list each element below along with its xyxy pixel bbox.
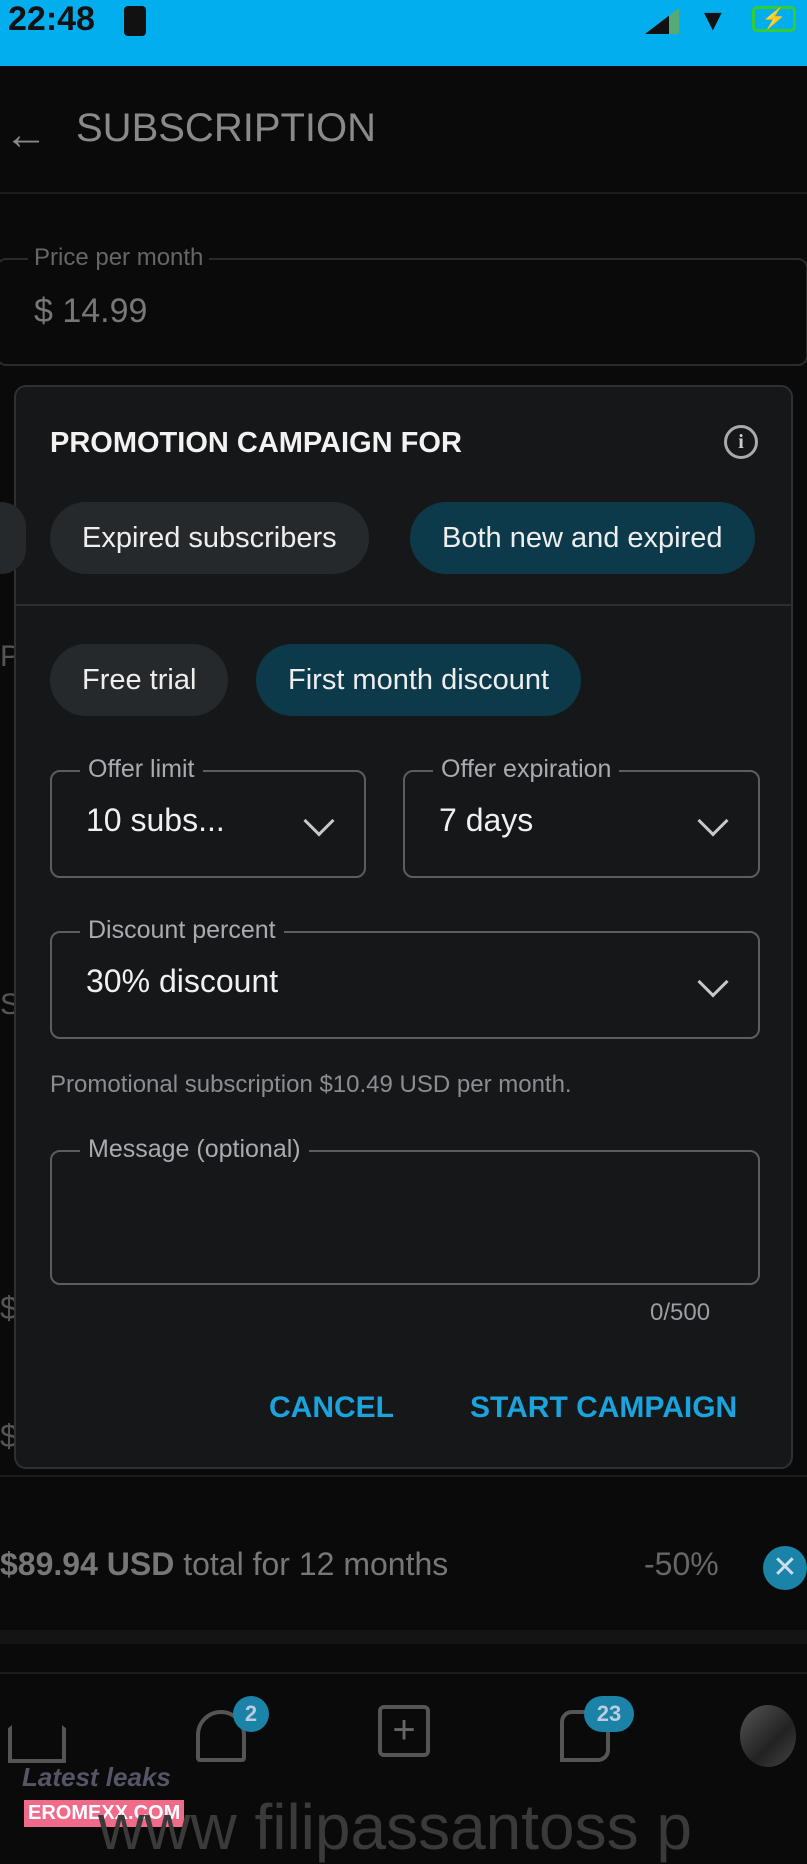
bundle-discount: -50% [644, 1546, 719, 1582]
message-label: Message (optional) [80, 1135, 309, 1164]
bundle-price: $89.94 USD [0, 1546, 175, 1582]
remove-bundle-icon[interactable]: ✕ [763, 1546, 807, 1590]
chip-expired-subscribers[interactable]: Expired subscribers [50, 502, 369, 574]
chip-first-month-discount[interactable]: First month discount [256, 644, 582, 716]
price-value: $ 14.99 [34, 292, 148, 330]
helper-text: Promotional subscription $10.49 USD per … [50, 1071, 572, 1098]
offer-limit-select[interactable]: Offer limit 10 subs... [50, 755, 366, 878]
offer-expiration-value: 7 days [439, 802, 534, 838]
signal-icon [645, 8, 679, 34]
notifications-badge: 2 [233, 1696, 269, 1732]
battery-icon: ⚡ [752, 6, 796, 32]
chip-free-trial[interactable]: Free trial [50, 644, 229, 716]
avatar[interactable] [740, 1705, 796, 1767]
offer-expiration-select[interactable]: Offer expiration 7 days [403, 755, 760, 878]
status-bar: 22:48 ▼ ⚡ [0, 0, 807, 66]
sim-icon [124, 6, 146, 36]
chevron-down-icon [697, 805, 729, 837]
watermark-url: www filipassantoss p [98, 1791, 692, 1863]
chip-both-new-and-expired[interactable]: Both new and expired [410, 502, 755, 574]
bundle-desc: total for 12 months [183, 1546, 449, 1582]
info-icon[interactable]: i [724, 425, 758, 459]
chip-partial[interactable] [0, 502, 26, 574]
start-campaign-button[interactable]: START CAMPAIGN [470, 1391, 737, 1425]
back-arrow-icon[interactable]: ← [4, 110, 48, 160]
chevron-down-icon [303, 805, 335, 837]
price-label: Price per month [28, 244, 210, 272]
messages-badge: 23 [584, 1696, 634, 1732]
add-post-icon[interactable]: + [378, 1705, 430, 1757]
cancel-button[interactable]: CANCEL [269, 1391, 394, 1425]
wifi-icon: ▼ [698, 4, 728, 37]
home-icon[interactable] [8, 1705, 66, 1763]
chevron-down-icon [697, 966, 729, 998]
divider [16, 604, 791, 606]
discount-percent-label: Discount percent [80, 916, 284, 945]
dialog-title: PROMOTION CAMPAIGN FOR [50, 427, 462, 459]
offer-limit-label: Offer limit [80, 755, 203, 784]
message-counter: 0/500 [650, 1299, 711, 1326]
status-time: 22:48 [8, 0, 95, 38]
offer-expiration-label: Offer expiration [433, 755, 620, 784]
page-title: SUBSCRIPTION [76, 106, 377, 150]
message-input[interactable]: Message (optional) [50, 1135, 760, 1285]
promotion-dialog: PROMOTION CAMPAIGN FOR i Expired subscri… [0, 385, 793, 1469]
discount-percent-value: 30% discount [86, 963, 279, 999]
bundle-row: $89.94 USD total for 12 months [0, 1546, 448, 1583]
offer-limit-value: 10 subs... [86, 802, 225, 838]
discount-percent-select[interactable]: Discount percent 30% discount [50, 916, 760, 1039]
watermark-latest-leaks: Latest leaks [22, 1762, 171, 1792]
